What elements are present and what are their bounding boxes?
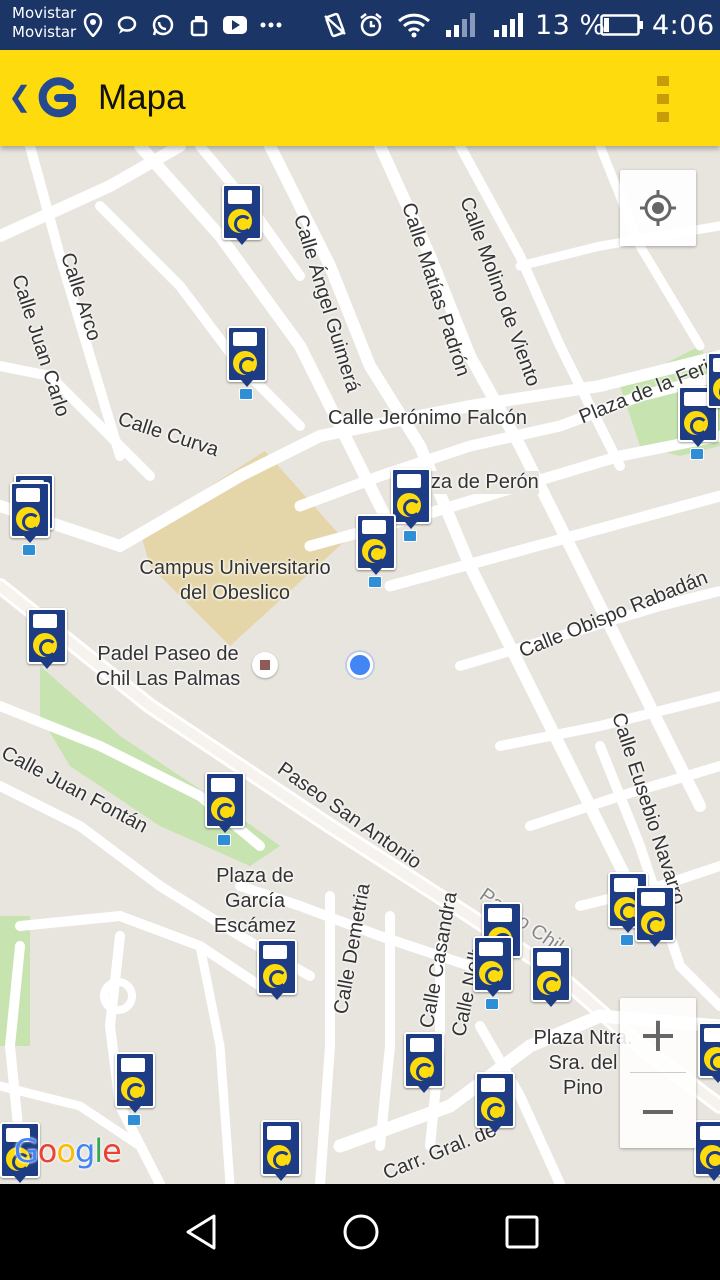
bus-stop-marker[interactable] bbox=[356, 514, 396, 588]
guaguas-logo[interactable] bbox=[34, 76, 80, 120]
vibrate-icon bbox=[322, 12, 348, 38]
cleaner-icon bbox=[186, 12, 212, 38]
bus-stop-marker[interactable] bbox=[10, 482, 50, 556]
google-attribution-logo: Google bbox=[14, 1132, 122, 1170]
bus-stop-marker[interactable] bbox=[473, 936, 513, 1010]
bus-stop-marker[interactable] bbox=[698, 1022, 720, 1083]
my-location-icon bbox=[640, 190, 676, 226]
signal-icon bbox=[492, 12, 524, 38]
zoom-controls: + − bbox=[620, 998, 696, 1148]
clock: 4:06 bbox=[652, 10, 715, 41]
alarm-icon bbox=[358, 12, 384, 38]
bus-stop-marker[interactable] bbox=[694, 1120, 720, 1181]
bus-stop-marker[interactable] bbox=[391, 468, 431, 542]
recents-square-icon[interactable] bbox=[502, 1212, 542, 1252]
whatsapp-icon bbox=[150, 12, 176, 38]
system-nav-bar bbox=[0, 1184, 720, 1280]
carrier-label: Movistar Movistar bbox=[12, 4, 77, 41]
bus-stop-marker[interactable] bbox=[227, 326, 267, 400]
street-label: Calle Jerónimo Falcón bbox=[328, 407, 527, 429]
bus-stop-marker[interactable] bbox=[205, 772, 245, 846]
signal-icon bbox=[444, 12, 476, 38]
place-label-campus: Campus Universitario del Obeslico bbox=[139, 557, 331, 604]
battery-percent: 13 % bbox=[535, 10, 606, 41]
overflow-menu-icon[interactable] bbox=[650, 76, 676, 122]
user-location-dot bbox=[347, 652, 373, 678]
bus-stop-marker[interactable] bbox=[531, 946, 571, 1007]
zoom-divider bbox=[630, 1072, 686, 1073]
padel-poi-marker[interactable] bbox=[252, 652, 278, 678]
bus-stop-marker[interactable] bbox=[475, 1072, 515, 1133]
zoom-out-button[interactable]: − bbox=[620, 1074, 696, 1148]
my-location-button[interactable] bbox=[620, 170, 696, 246]
location-pin-icon bbox=[80, 12, 106, 38]
place-label-plaza-garcia: Plaza de García Escámez bbox=[213, 865, 297, 937]
map-view[interactable]: Calle Arco Calle Juan Carlo Calle Ángel … bbox=[0, 146, 720, 1184]
bus-stop-marker[interactable] bbox=[707, 352, 720, 408]
battery-icon bbox=[600, 12, 644, 38]
bus-stop-marker[interactable] bbox=[257, 939, 297, 1000]
bus-stop-marker[interactable] bbox=[222, 184, 262, 245]
app-bar: ❮ Mapa bbox=[0, 50, 720, 146]
bus-stop-marker[interactable] bbox=[261, 1120, 301, 1181]
bus-stop-marker[interactable] bbox=[404, 1032, 444, 1093]
bus-stop-marker[interactable] bbox=[115, 1052, 155, 1126]
page-title: Mapa bbox=[98, 78, 186, 117]
bus-stop-marker[interactable] bbox=[635, 886, 675, 947]
back-chevron-icon[interactable]: ❮ bbox=[8, 80, 31, 113]
place-label-padel: Padel Paseo de Chil Las Palmas bbox=[95, 643, 241, 690]
chat-bubble-icon bbox=[114, 12, 140, 38]
home-circle-icon[interactable] bbox=[341, 1212, 381, 1252]
zoom-in-button[interactable]: + bbox=[620, 998, 696, 1072]
wifi-icon bbox=[396, 12, 432, 38]
back-triangle-icon[interactable] bbox=[182, 1212, 222, 1252]
more-dots-icon bbox=[258, 12, 284, 38]
status-bar: Movistar Movistar 13 % 4:06 bbox=[0, 0, 720, 50]
bus-stop-marker[interactable] bbox=[27, 608, 67, 669]
youtube-icon bbox=[222, 12, 248, 38]
